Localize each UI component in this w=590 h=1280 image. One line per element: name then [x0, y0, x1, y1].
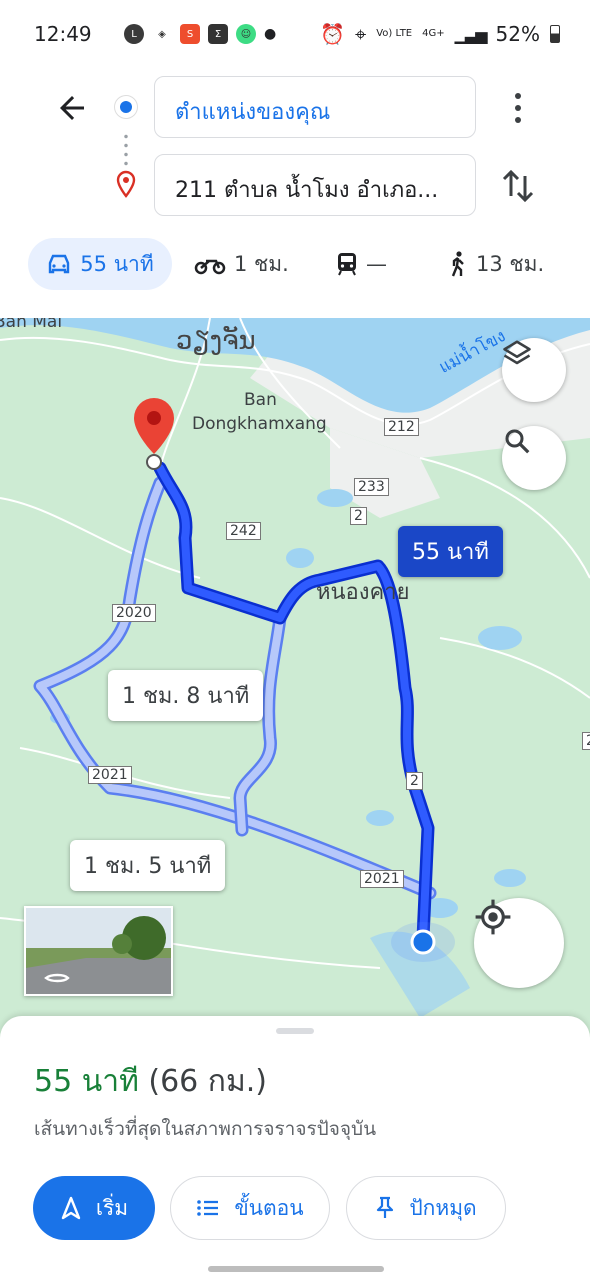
road-shield: 2 [406, 772, 423, 790]
road-shield: 212 [384, 418, 419, 436]
battery-percent: 52% [495, 22, 540, 46]
destination-field[interactable]: 211 ตำบล น้ำโมง อำเภอ... [154, 154, 476, 216]
mode-motorcycle-label: 1 ชม. [234, 251, 289, 276]
line-icon: L [124, 24, 144, 44]
gesture-bar [208, 1266, 384, 1272]
road-shield: 242 [226, 522, 261, 540]
train-icon [338, 253, 356, 276]
map-label-ban-mai: Ban Mai [0, 318, 63, 332]
road-shield: 2021 [360, 870, 404, 888]
route-distance: (66 กม.) [148, 1064, 267, 1099]
map-label-dongkhamxang: Dongkhamxang [192, 414, 327, 434]
map-view[interactable]: Ban Mai ວຽງຈັນ Ban Dongkhamxang หนองคาย … [0, 318, 590, 1038]
map-label-nong-khai: หนองคาย [316, 580, 410, 605]
search-icon [505, 429, 530, 454]
location-arrow-icon: ◈ [158, 28, 166, 40]
status-time: 12:49 [34, 22, 92, 46]
my-location-button[interactable] [474, 898, 564, 988]
navigation-arrow-icon [61, 1196, 81, 1220]
route-dots-icon [124, 132, 128, 168]
search-button[interactable] [502, 426, 566, 490]
mode-drive-label: 55 นาที [80, 251, 154, 276]
route-duration: 55 นาที [34, 1064, 139, 1099]
sigma-icon: Σ [208, 24, 228, 44]
origin-field[interactable]: ตำแหน่งของคุณ [154, 76, 476, 138]
start-button-label: เริ่ม [95, 1195, 129, 1220]
walk-icon [451, 251, 464, 277]
more-options-icon[interactable] [506, 88, 530, 128]
road-shield: 2 [582, 732, 590, 750]
list-icon [197, 1200, 219, 1216]
shopee-icon: S [180, 24, 200, 44]
mode-drive-tab[interactable]: 55 นาที [28, 238, 172, 290]
back-arrow-icon[interactable] [54, 90, 90, 126]
pin-button-label: ปักหมุด [409, 1195, 477, 1220]
layers-button[interactable] [502, 338, 566, 402]
location-icon: ⌖ [354, 22, 367, 46]
road-shield: 2 [350, 507, 367, 525]
alarm-icon: ⏰ [320, 22, 345, 46]
pin-icon [377, 1196, 394, 1218]
car-icon [49, 254, 70, 274]
motorcycle-icon [194, 259, 226, 275]
system-icons: ⏰ ⌖ Vo) LTE 4G+ ▁▃▅ 52% [320, 22, 560, 46]
status-bar: 12:49 L ◈ S Σ ☺ ● ⏰ ⌖ Vo) LTE 4G+ ▁▃▅ 52… [0, 0, 590, 70]
mode-motorcycle-tab[interactable]: 1 ชม. [194, 238, 289, 290]
mode-transit-label: — [366, 252, 387, 276]
battery-icon [550, 25, 560, 43]
route-callout-alt-1[interactable]: 1 ชม. 8 นาที [108, 670, 264, 721]
road-shield: 2021 [88, 766, 132, 784]
map-label-vientiane: ວຽງຈັນ [176, 326, 256, 356]
origin-dot-icon [115, 96, 137, 118]
steps-button-label: ขั้นตอน [234, 1195, 304, 1220]
street-view-image [26, 908, 171, 994]
road-shield: 233 [354, 478, 389, 496]
travel-mode-tabs: 55 นาที 1 ชม. — 13 ชม. [0, 230, 590, 318]
swap-icon[interactable] [500, 166, 536, 206]
street-view-thumbnail[interactable] [24, 906, 173, 996]
route-callout-alt-2[interactable]: 1 ชม. 5 นาที [70, 840, 226, 891]
directions-header: ตำแหน่งของคุณ 211 ตำบล น้ำโมง อำเภอ... [0, 70, 590, 230]
start-button[interactable]: เริ่ม [33, 1176, 155, 1240]
route-summary: 55 นาที (66 กม.) [34, 1058, 267, 1105]
network-lte: Vo) LTE [376, 28, 413, 39]
mode-walk-label: 13 ชม. [476, 251, 545, 276]
steps-button[interactable]: ขั้นตอน [170, 1176, 330, 1240]
map-label-ban: Ban [244, 390, 277, 410]
signal-icon: ▁▃▅ [454, 24, 488, 44]
network-4g: 4G+ [422, 28, 445, 39]
drag-handle[interactable] [276, 1028, 314, 1034]
road-shield: 2020 [112, 604, 156, 622]
pin-button[interactable]: ปักหมุด [346, 1176, 506, 1240]
route-callout-selected[interactable]: 55 นาที [398, 526, 503, 577]
route-summary-sheet[interactable]: 55 นาที (66 กม.) เส้นทางเร็วที่สุดในสภาพ… [0, 1016, 590, 1280]
mode-transit-tab[interactable]: — [336, 238, 387, 290]
android-icon: ☺ [236, 24, 256, 44]
dot-icon: ● [264, 26, 277, 42]
destination-pin-icon [116, 170, 136, 198]
mode-walk-tab[interactable]: 13 ชม. [448, 238, 544, 290]
my-location-icon [475, 899, 511, 935]
notification-icons: L ◈ S Σ ☺ ● [124, 24, 276, 44]
layers-icon [503, 340, 531, 365]
route-description: เส้นทางเร็วที่สุดในสภาพการจราจรปัจจุบัน [34, 1118, 377, 1140]
